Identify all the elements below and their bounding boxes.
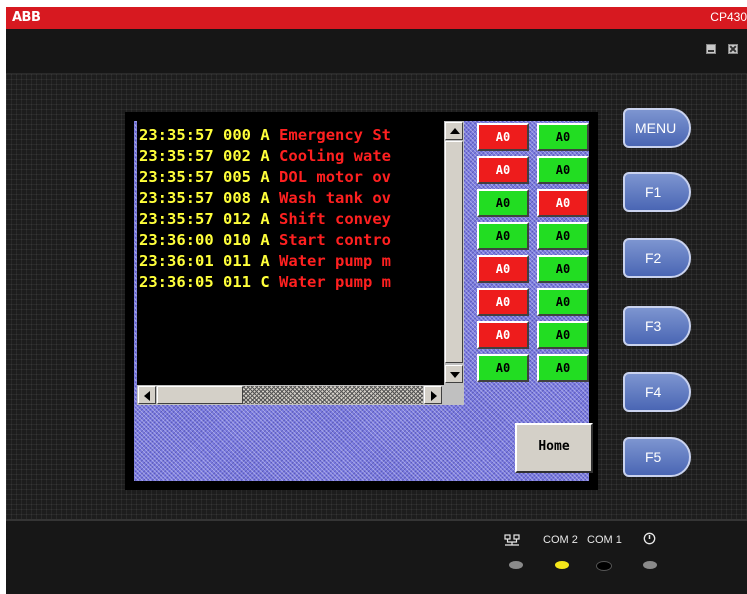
indicator-green[interactable]: A0 <box>477 354 529 382</box>
close-button[interactable] <box>728 44 738 54</box>
alarm-row[interactable]: 23:35:57 002 A Cooling wate <box>139 146 391 167</box>
alarm-state: A <box>260 252 270 270</box>
horizontal-scroll-track[interactable] <box>243 386 423 404</box>
vertical-scroll-thumb[interactable] <box>445 141 463 363</box>
scroll-left-button[interactable] <box>138 386 156 404</box>
model-name: CP430 <box>710 10 747 24</box>
arrow-up-icon <box>450 128 460 134</box>
bottom-panel: COM 2 COM 1 <box>6 519 747 594</box>
scroll-down-button[interactable] <box>445 365 463 383</box>
horizontal-scroll-thumb[interactable] <box>157 386 243 404</box>
key-f5[interactable]: F5 <box>623 437 691 477</box>
alarm-message: Start contro <box>279 231 392 249</box>
com1-label: COM 1 <box>587 534 622 546</box>
alarm-state: C <box>260 273 270 291</box>
alarm-list[interactable]: 23:35:57 000 A Emergency St 23:35:57 002 … <box>137 121 444 385</box>
alarm-time: 23:35:57 <box>139 210 214 228</box>
alarm-code: 011 <box>223 252 251 270</box>
key-f2[interactable]: F2 <box>623 238 691 278</box>
indicator-red[interactable]: A0 <box>477 288 529 316</box>
indicator-green[interactable]: A0 <box>477 189 529 217</box>
alarm-code: 008 <box>223 189 251 207</box>
power-led <box>643 561 657 569</box>
power-icon <box>643 532 656 548</box>
title-bar: ABB CP430 <box>6 7 747 29</box>
alarm-row[interactable]: 23:35:57 000 A Emergency St <box>139 125 391 146</box>
alarm-message: Shift convey <box>279 210 392 228</box>
alarm-time: 23:36:01 <box>139 252 214 270</box>
indicator-red[interactable]: A0 <box>477 156 529 184</box>
key-f3[interactable]: F3 <box>623 306 691 346</box>
indicator-green[interactable]: A0 <box>537 288 589 316</box>
alarm-message: Wash tank ov <box>279 189 392 207</box>
scrollbar-corner <box>444 385 464 405</box>
indicator-green[interactable]: A0 <box>537 123 589 151</box>
alarm-time: 23:35:57 <box>139 147 214 165</box>
alarm-message: Water pump m <box>279 273 392 291</box>
alarm-state: A <box>260 210 270 228</box>
indicator-red[interactable]: A0 <box>477 123 529 151</box>
alarm-code: 005 <box>223 168 251 186</box>
key-f4[interactable]: F4 <box>623 372 691 412</box>
alarm-row[interactable]: 23:35:57 008 A Wash tank ov <box>139 188 391 209</box>
screen-background: 23:35:57 000 A Emergency St 23:35:57 002 … <box>134 121 593 481</box>
alarm-row[interactable]: 23:36:00 010 A Start contro <box>139 230 391 251</box>
hmi-screen: 23:35:57 000 A Emergency St 23:35:57 002 … <box>125 112 598 490</box>
brand-logo: ABB <box>12 10 41 25</box>
alarm-state: A <box>260 147 270 165</box>
alarm-time: 23:35:57 <box>139 189 214 207</box>
alarm-row[interactable]: 23:35:57 005 A DOL motor ov <box>139 167 391 188</box>
alarm-row[interactable]: 23:35:57 012 A Shift convey <box>139 209 391 230</box>
alarm-state: A <box>260 231 270 249</box>
indicator-green[interactable]: A0 <box>537 222 589 250</box>
alarm-time: 23:35:57 <box>139 168 214 186</box>
vertical-scrollbar[interactable] <box>444 121 464 385</box>
com2-label: COM 2 <box>543 534 578 546</box>
minimize-button[interactable] <box>706 44 716 54</box>
alarm-message: Emergency St <box>279 126 392 144</box>
arrow-right-icon <box>431 391 437 401</box>
alarm-message: Cooling wate <box>279 147 392 165</box>
indicator-red[interactable]: A0 <box>477 321 529 349</box>
key-f1[interactable]: F1 <box>623 172 691 212</box>
network-icon <box>504 534 520 549</box>
alarm-message: DOL motor ov <box>279 168 392 186</box>
indicator-red[interactable]: A0 <box>537 189 589 217</box>
alarm-time: 23:35:57 <box>139 126 214 144</box>
horizontal-scrollbar[interactable] <box>137 385 444 405</box>
alarm-code: 000 <box>223 126 251 144</box>
indicator-green[interactable]: A0 <box>537 255 589 283</box>
alarm-time: 23:36:00 <box>139 231 214 249</box>
alarm-state: A <box>260 168 270 186</box>
alarm-row[interactable]: 23:36:01 011 A Water pump m <box>139 251 391 272</box>
alarm-state: A <box>260 126 270 144</box>
network-led <box>509 561 523 569</box>
key-menu[interactable]: MENU <box>623 108 691 148</box>
alarm-time: 23:36:05 <box>139 273 214 291</box>
arrow-down-icon <box>450 372 460 378</box>
top-strip <box>6 29 747 74</box>
alarm-state: A <box>260 189 270 207</box>
alarm-code: 010 <box>223 231 251 249</box>
indicator-red[interactable]: A0 <box>477 255 529 283</box>
com2-led <box>555 561 569 569</box>
indicator-green[interactable]: A0 <box>537 354 589 382</box>
indicator-green[interactable]: A0 <box>477 222 529 250</box>
com1-led <box>596 561 612 571</box>
scroll-up-button[interactable] <box>445 122 463 140</box>
alarm-row[interactable]: 23:36:05 011 C Water pump m <box>139 272 391 293</box>
indicator-green[interactable]: A0 <box>537 156 589 184</box>
alarm-code: 002 <box>223 147 251 165</box>
alarm-message: Water pump m <box>279 252 392 270</box>
indicator-green[interactable]: A0 <box>537 321 589 349</box>
scroll-right-button[interactable] <box>424 386 442 404</box>
alarm-code: 011 <box>223 273 251 291</box>
home-button[interactable]: Home <box>515 423 593 473</box>
alarm-code: 012 <box>223 210 251 228</box>
arrow-left-icon <box>144 391 150 401</box>
